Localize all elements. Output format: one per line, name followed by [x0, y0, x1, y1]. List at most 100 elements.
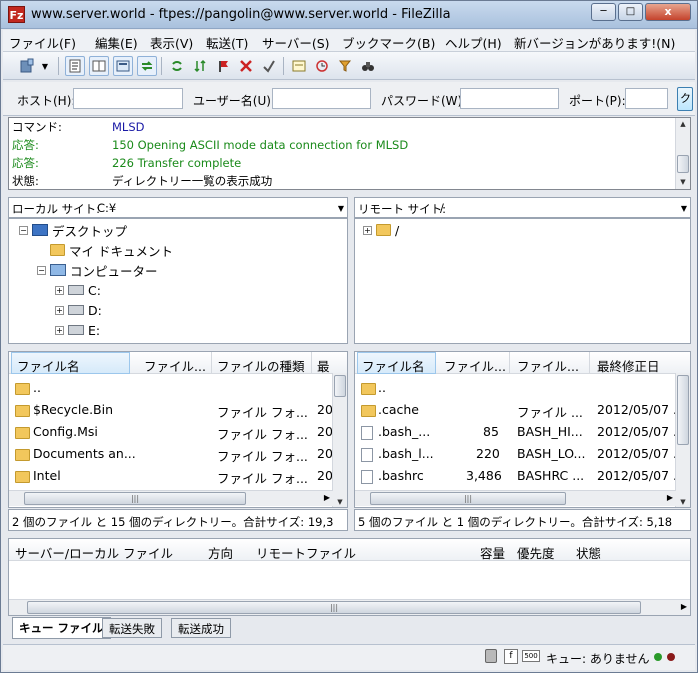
queue-header: サーバー/ローカル ファイル 方向 リモートファイル 容量 優先度 状態 [9, 539, 690, 561]
scroll-right-icon[interactable]: ▶ [324, 493, 330, 502]
host-input[interactable] [73, 88, 183, 109]
scroll-down-icon[interactable]: ▼ [676, 496, 690, 507]
expand-icon[interactable]: + [55, 325, 64, 335]
port-input[interactable] [625, 88, 668, 109]
col-status[interactable]: 状態 [576, 543, 601, 562]
expand-icon[interactable]: + [55, 285, 64, 295]
quickconnect-button[interactable]: ク [677, 87, 693, 111]
tab-queued-files[interactable]: キュー ファイル [12, 617, 111, 639]
table-row[interactable]: $Recycle.Bin ファイル フォ... 20 [9, 398, 347, 420]
expand-icon[interactable]: + [363, 225, 372, 235]
password-input[interactable] [460, 88, 559, 109]
local-site-combo[interactable]: ローカル サイト: C:¥ ▼ [8, 197, 348, 218]
username-input[interactable] [272, 88, 371, 109]
tree-item-root[interactable]: + / [363, 221, 399, 239]
menu-edit[interactable]: 編集(E) [95, 33, 138, 52]
scroll-thumb[interactable]: ||| [27, 601, 641, 614]
local-tree-icon[interactable] [89, 56, 109, 76]
col-modified-label[interactable]: 最終修正日 [597, 356, 660, 375]
col-size[interactable]: 容量 [480, 543, 505, 562]
scroll-thumb[interactable]: ||| [24, 492, 246, 505]
tab-failed-transfers[interactable]: 転送失敗 [102, 618, 162, 638]
menu-new-version[interactable]: 新バージョンがあります!(N) [514, 33, 675, 52]
table-row[interactable]: Config.Msi ファイル フォ... 20 [9, 420, 347, 442]
scroll-down-icon[interactable]: ▼ [676, 176, 690, 189]
col-direction[interactable]: 方向 [208, 543, 233, 562]
queue-hscroll[interactable]: ||| ▶ [9, 599, 690, 615]
remote-status-text: 5 個のファイル と 1 個のディレクトリー。合計サイズ: 5,18 [354, 509, 691, 531]
collapse-icon[interactable]: − [19, 225, 28, 235]
remote-site-combo[interactable]: リモート サイト: / ▼ [354, 197, 691, 218]
scroll-thumb[interactable]: ||| [370, 492, 566, 505]
lock-icon[interactable] [485, 649, 497, 663]
drive-icon [68, 285, 84, 295]
minimize-button[interactable]: ─ [591, 3, 616, 21]
message-log-icon[interactable] [65, 56, 85, 76]
drive-icon [68, 305, 84, 315]
col-modified-label[interactable]: 最 [317, 356, 330, 375]
table-row[interactable]: Intel ファイル フォ... 20 [9, 464, 347, 486]
tree-item-drive-d[interactable]: + D: [55, 301, 102, 319]
remote-tree-icon[interactable] [113, 56, 133, 76]
col-priority[interactable]: 優先度 [517, 543, 555, 562]
site-manager-icon[interactable] [17, 56, 37, 76]
refresh-icon[interactable] [167, 56, 187, 76]
remote-directory-tree: + / [354, 218, 691, 344]
col-remote-file[interactable]: リモートファイル [256, 543, 356, 562]
remote-list-vscroll[interactable]: ▼ [675, 373, 690, 507]
scroll-thumb[interactable] [677, 155, 689, 173]
speed-limit-icon[interactable]: 500 [522, 650, 540, 662]
table-row[interactable]: .bashrc 3,486 BASHRC ... 2012/05/07 . [355, 464, 690, 486]
filter-icon[interactable] [335, 56, 355, 76]
process-queue-icon[interactable] [190, 56, 210, 76]
menu-file[interactable]: ファイル(F) [9, 33, 76, 52]
scroll-down-icon[interactable]: ▼ [333, 496, 347, 507]
table-row[interactable]: .. [9, 376, 347, 398]
menu-help[interactable]: ヘルプ(H) [445, 33, 502, 52]
local-site-path[interactable]: C:¥ [97, 201, 116, 215]
table-row[interactable]: Documents an... ファイル フォ... 20 [9, 442, 347, 464]
chevron-down-icon[interactable]: ▼ [338, 204, 344, 213]
table-row[interactable]: .bash_... 85 BASH_HI... 2012/05/07 . [355, 420, 690, 442]
tree-item-my-documents[interactable]: マイ ドキュメント [50, 241, 173, 259]
menu-transfer[interactable]: 転送(T) [206, 33, 248, 52]
local-file-list: ファイル名 ファイル... ファイルの種類 最 .. $Recycle.Bin フ… [8, 351, 348, 508]
table-row[interactable]: .bash_l... 220 BASH_LO... 2012/05/07 . [355, 442, 690, 464]
title-bar[interactable]: Fz www.server.world - ftpes://pangolin@w… [1, 1, 697, 29]
remote-list-hscroll[interactable]: ||| ▶ [355, 490, 676, 506]
menu-view[interactable]: 表示(V) [150, 33, 193, 52]
transfer-type-icon[interactable]: f [504, 649, 518, 664]
tree-item-computer[interactable]: − コンピューター [37, 261, 158, 279]
expand-icon[interactable]: + [55, 305, 64, 315]
cancel-icon[interactable] [213, 56, 233, 76]
scroll-right-icon[interactable]: ▶ [667, 493, 673, 502]
local-list-vscroll[interactable]: ▼ [332, 373, 347, 507]
menu-server[interactable]: サーバー(S) [262, 33, 330, 52]
col-server-local-file[interactable]: サーバー/ローカル ファイル [15, 543, 173, 562]
tree-item-drive-e[interactable]: + E: [55, 321, 100, 339]
directory-compare-icon[interactable] [289, 56, 309, 76]
remote-site-path[interactable]: / [440, 201, 444, 215]
local-list-hscroll[interactable]: ||| ▶ [9, 490, 333, 506]
maximize-button[interactable]: □ [618, 3, 643, 21]
disconnect-icon[interactable] [236, 56, 256, 76]
scroll-right-icon[interactable]: ▶ [681, 602, 687, 611]
reconnect-icon[interactable] [259, 56, 279, 76]
sync-browsing-icon[interactable] [312, 56, 332, 76]
close-button[interactable]: x [645, 3, 691, 21]
scroll-thumb[interactable] [334, 375, 346, 397]
scroll-thumb[interactable] [677, 375, 689, 445]
scroll-up-icon[interactable]: ▲ [676, 118, 690, 131]
log-scrollbar[interactable]: ▲ ▼ [675, 118, 690, 189]
collapse-icon[interactable]: − [37, 265, 46, 275]
binoculars-icon[interactable] [358, 56, 378, 76]
tree-item-drive-c[interactable]: + C: [55, 281, 101, 299]
tab-successful-transfers[interactable]: 転送成功 [171, 618, 231, 638]
tree-item-desktop[interactable]: − デスクトップ [19, 221, 127, 239]
menu-bookmarks[interactable]: ブックマーク(B) [342, 33, 435, 52]
chevron-down-icon[interactable]: ▼ [681, 204, 687, 213]
table-row[interactable]: .cache ファイル ... 2012/05/07 . [355, 398, 690, 420]
transfer-queue-icon[interactable] [137, 56, 157, 76]
table-row[interactable]: .. [355, 376, 690, 398]
dropdown-icon[interactable]: ▼ [39, 56, 51, 76]
